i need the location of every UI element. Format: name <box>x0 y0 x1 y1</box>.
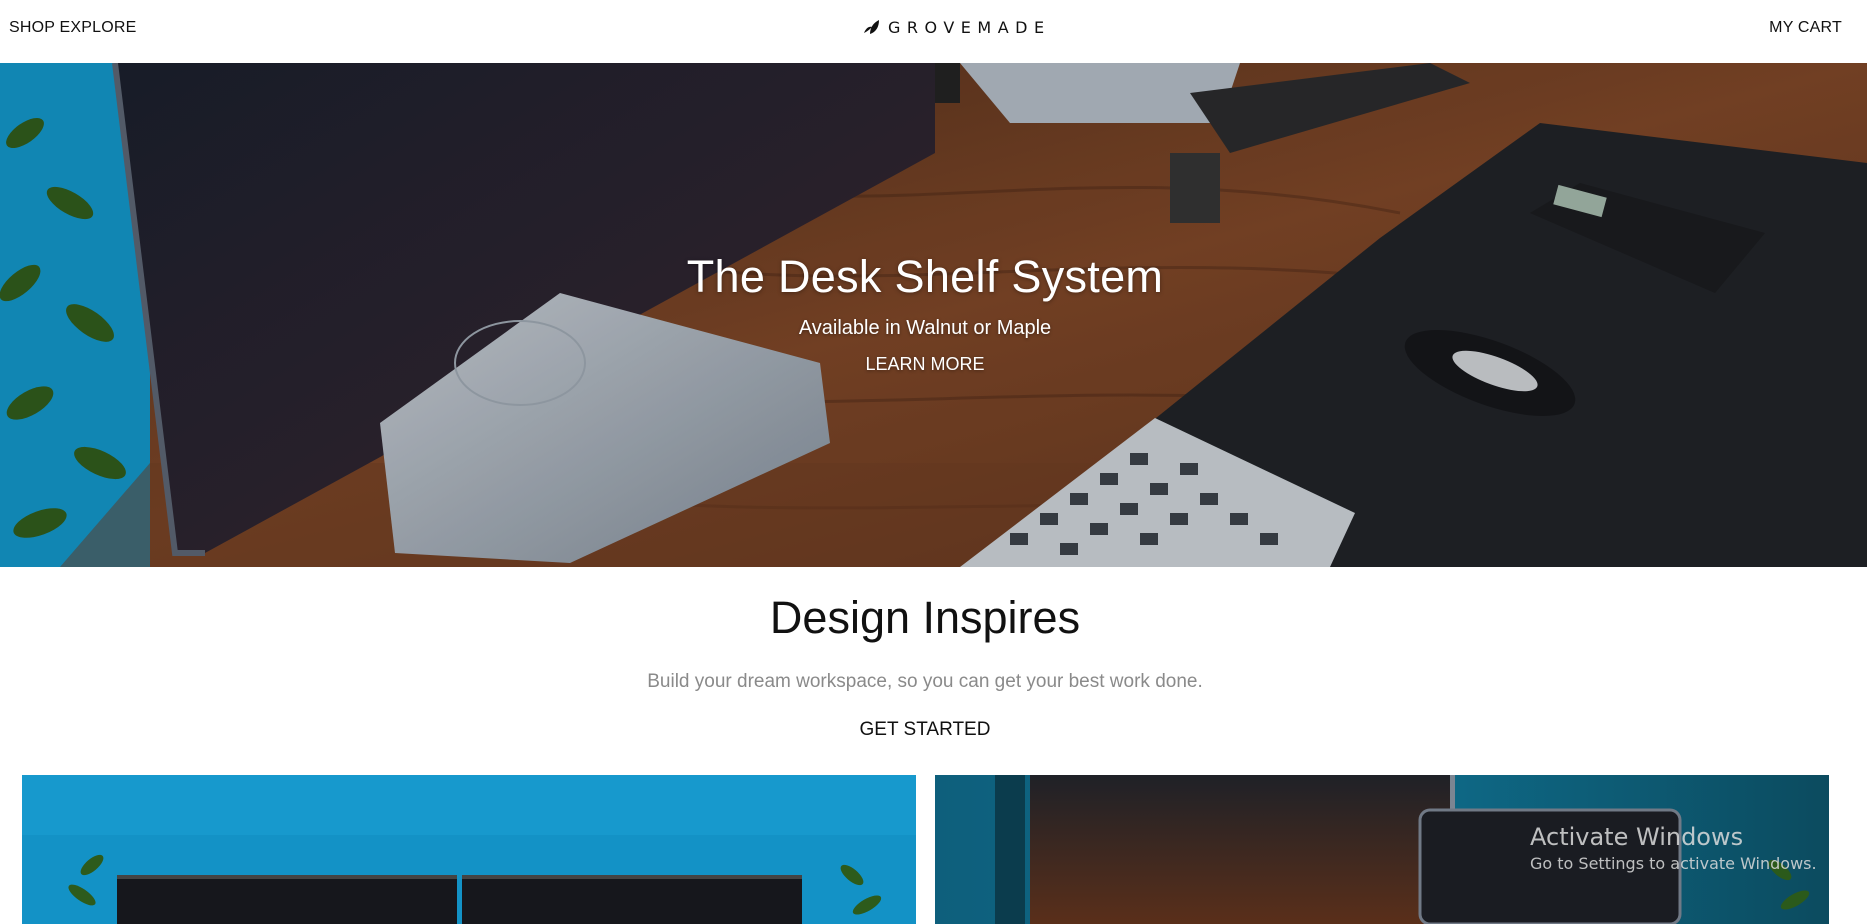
workspace-image-left[interactable] <box>22 775 916 924</box>
watermark-title: Activate Windows <box>1530 823 1744 851</box>
hero-banner: The Desk Shelf System Available in Walnu… <box>0 63 1867 567</box>
my-cart-link[interactable]: MY CART <box>1769 19 1842 36</box>
top-nav: SHOP EXPLORE GROVEMADE MY CART <box>0 0 1867 63</box>
leaf-logo-icon <box>864 20 879 34</box>
hero-text-block: The Desk Shelf System Available in Walnu… <box>0 63 1850 567</box>
activate-windows-watermark: Activate Windows Go to Settings to activ… <box>1530 823 1817 873</box>
workspace-photo-left <box>22 775 916 924</box>
nav-left-links: SHOP EXPLORE <box>9 19 137 37</box>
brand-name: GROVEMADE <box>888 17 1051 37</box>
hero-title: The Desk Shelf System <box>686 251 1164 302</box>
brand-logo[interactable]: GROVEMADE <box>863 15 1051 39</box>
nav-explore-link[interactable]: EXPLORE <box>60 19 137 36</box>
section-title: Design Inspires <box>769 592 1081 643</box>
watermark-subtitle: Go to Settings to activate Windows. <box>1530 854 1817 873</box>
nav-shop-link[interactable]: SHOP <box>9 19 55 36</box>
learn-more-link[interactable]: LEARN MORE <box>865 354 984 374</box>
section-subtitle: Build your dream workspace, so you can g… <box>647 671 1203 692</box>
nav-right-links: MY CART <box>1769 19 1842 37</box>
hero-subtitle: Available in Walnut or Maple <box>798 317 1052 339</box>
get-started-link[interactable]: GET STARTED <box>860 719 991 740</box>
